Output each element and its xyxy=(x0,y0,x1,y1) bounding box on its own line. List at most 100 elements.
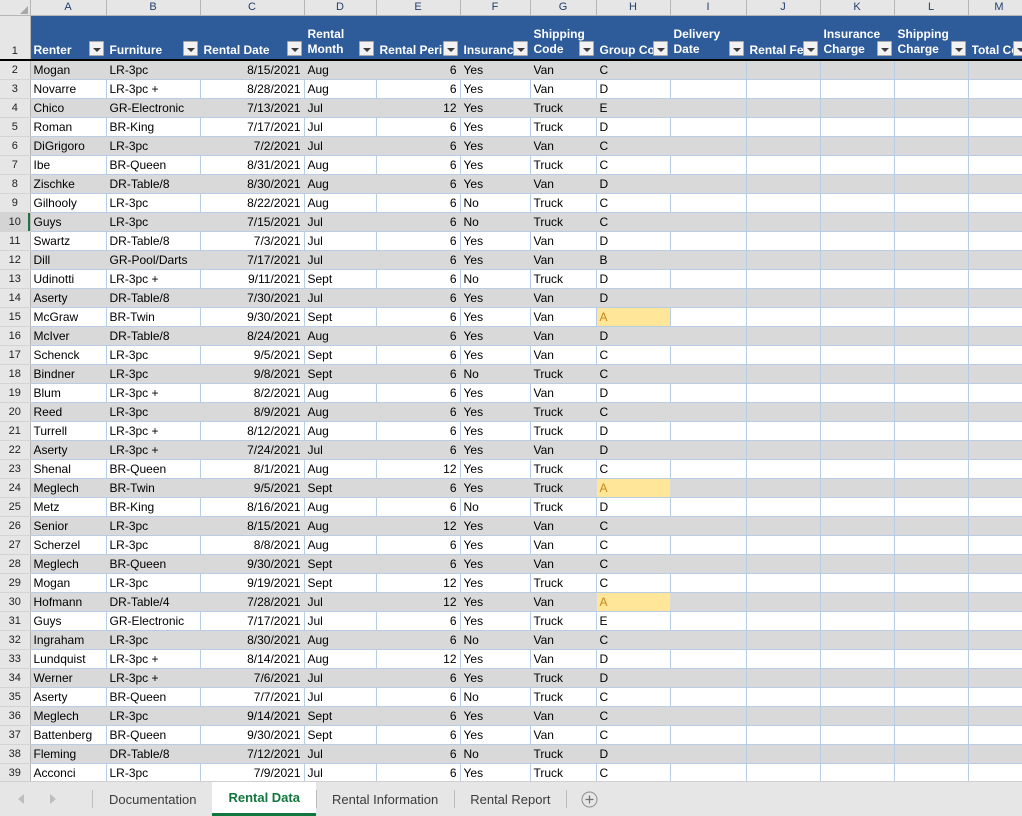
total-cost-cell[interactable] xyxy=(968,326,1022,346)
furniture-cell[interactable]: BR-King xyxy=(106,117,201,137)
group-code-cell[interactable]: E xyxy=(596,611,671,631)
total-cost-cell[interactable] xyxy=(968,269,1022,289)
row-number-14[interactable]: 14 xyxy=(0,288,31,308)
furniture-cell[interactable]: LR-3pc xyxy=(106,60,201,80)
rental-period-cell[interactable]: 6 xyxy=(376,744,461,764)
column-header-L[interactable]: L xyxy=(894,0,969,16)
shipping-code-cell[interactable]: Van xyxy=(530,79,597,99)
total-cost-cell[interactable] xyxy=(968,212,1022,232)
shipping-code-cell[interactable]: Van xyxy=(530,630,597,650)
table-row[interactable]: 10 Guys LR-3pc 7/15/2021 Jul 6 No Truck C xyxy=(0,212,1022,232)
rental-fee-cell[interactable] xyxy=(746,250,821,270)
table-row[interactable]: 26 Senior LR-3pc 8/15/2021 Aug 12 Yes Van C xyxy=(0,516,1022,536)
rental-fee-cell[interactable] xyxy=(746,554,821,574)
filter-dropdown-furniture[interactable] xyxy=(182,41,198,56)
shipping-code-cell[interactable]: Van xyxy=(530,60,597,80)
delivery-date-cell[interactable] xyxy=(670,592,747,612)
row-number-26[interactable]: 26 xyxy=(0,516,31,536)
shipping-code-cell[interactable]: Van xyxy=(530,307,597,327)
shipping-charge-cell[interactable] xyxy=(894,364,969,384)
insurance-charge-cell[interactable] xyxy=(820,497,895,517)
filter-dropdown-rental-fee[interactable] xyxy=(802,41,818,56)
row-number-31[interactable]: 31 xyxy=(0,611,31,631)
shipping-charge-cell[interactable] xyxy=(894,212,969,232)
insurance-cell[interactable]: No xyxy=(460,630,531,650)
table-row[interactable]: 14 Aserty DR-Table/8 7/30/2021 Jul 6 Yes Van D xyxy=(0,288,1022,308)
rental-fee-cell[interactable] xyxy=(746,611,821,631)
rental-date-cell[interactable]: 7/2/2021 xyxy=(200,136,305,156)
rental-period-cell[interactable]: 6 xyxy=(376,763,461,781)
total-cost-cell[interactable] xyxy=(968,136,1022,156)
rental-date-cell[interactable]: 8/22/2021 xyxy=(200,193,305,213)
insurance-cell[interactable]: Yes xyxy=(460,60,531,80)
group-code-cell[interactable]: C xyxy=(596,345,671,365)
rental-fee-cell[interactable] xyxy=(746,117,821,137)
rental-period-cell[interactable]: 6 xyxy=(376,117,461,137)
shipping-code-cell[interactable]: Truck xyxy=(530,459,597,479)
table-row[interactable]: 12 Dill GR-Pool/Darts 7/17/2021 Jul 6 Yes Van B xyxy=(0,250,1022,270)
renter-cell[interactable]: Meglech xyxy=(30,478,107,498)
renter-cell[interactable]: Shenal xyxy=(30,459,107,479)
shipping-charge-cell[interactable] xyxy=(894,60,969,80)
delivery-date-cell[interactable] xyxy=(670,649,747,669)
rental-month-cell[interactable]: Jul xyxy=(304,440,377,460)
rental-fee-cell[interactable] xyxy=(746,345,821,365)
shipping-charge-cell[interactable] xyxy=(894,98,969,118)
rental-date-cell[interactable]: 7/17/2021 xyxy=(200,117,305,137)
delivery-date-cell[interactable] xyxy=(670,573,747,593)
rental-month-cell[interactable]: Aug xyxy=(304,383,377,403)
row-number-28[interactable]: 28 xyxy=(0,554,31,574)
group-code-cell[interactable]: B xyxy=(596,250,671,270)
triangle-right-icon[interactable] xyxy=(50,794,56,804)
furniture-cell[interactable]: BR-King xyxy=(106,497,201,517)
shipping-charge-cell[interactable] xyxy=(894,668,969,688)
rental-date-cell[interactable]: 8/15/2021 xyxy=(200,60,305,80)
insurance-cell[interactable]: Yes xyxy=(460,706,531,726)
delivery-date-cell[interactable] xyxy=(670,326,747,346)
insurance-charge-cell[interactable] xyxy=(820,307,895,327)
table-row[interactable]: 23 Shenal BR-Queen 8/1/2021 Aug 12 Yes Truck C xyxy=(0,459,1022,479)
row-number-15[interactable]: 15 xyxy=(0,307,31,327)
furniture-cell[interactable]: LR-3pc + xyxy=(106,79,201,99)
shipping-code-cell[interactable]: Van xyxy=(530,516,597,536)
row-number-8[interactable]: 8 xyxy=(0,174,31,194)
delivery-date-cell[interactable] xyxy=(670,611,747,631)
rental-date-cell[interactable]: 9/30/2021 xyxy=(200,307,305,327)
rental-date-cell[interactable]: 7/17/2021 xyxy=(200,611,305,631)
delivery-date-cell[interactable] xyxy=(670,345,747,365)
rental-period-cell[interactable]: 6 xyxy=(376,440,461,460)
insurance-cell[interactable]: Yes xyxy=(460,345,531,365)
renter-cell[interactable]: Udinotti xyxy=(30,269,107,289)
renter-cell[interactable]: Meglech xyxy=(30,706,107,726)
shipping-charge-cell[interactable] xyxy=(894,630,969,650)
row-number-1[interactable]: 1 xyxy=(0,15,31,61)
rental-month-cell[interactable]: Sept xyxy=(304,573,377,593)
shipping-charge-cell[interactable] xyxy=(894,402,969,422)
rental-month-cell[interactable]: Aug xyxy=(304,649,377,669)
renter-cell[interactable]: Guys xyxy=(30,212,107,232)
shipping-code-cell[interactable]: Van xyxy=(530,288,597,308)
rental-month-cell[interactable]: Jul xyxy=(304,744,377,764)
group-code-cell[interactable]: C xyxy=(596,136,671,156)
rental-month-cell[interactable]: Aug xyxy=(304,60,377,80)
group-code-cell[interactable]: D xyxy=(596,421,671,441)
rental-period-cell[interactable]: 6 xyxy=(376,478,461,498)
total-cost-cell[interactable] xyxy=(968,345,1022,365)
rental-month-cell[interactable]: Aug xyxy=(304,193,377,213)
rental-period-cell[interactable]: 6 xyxy=(376,725,461,745)
insurance-cell[interactable]: No xyxy=(460,497,531,517)
shipping-code-cell[interactable]: Van xyxy=(530,706,597,726)
rental-date-cell[interactable]: 9/30/2021 xyxy=(200,725,305,745)
table-row[interactable]: 36 Meglech LR-3pc 9/14/2021 Sept 6 Yes Van C xyxy=(0,706,1022,726)
insurance-cell[interactable]: Yes xyxy=(460,98,531,118)
renter-cell[interactable]: Zischke xyxy=(30,174,107,194)
shipping-code-cell[interactable]: Van xyxy=(530,535,597,555)
filter-dropdown-shipping-code[interactable] xyxy=(578,41,594,56)
delivery-date-cell[interactable] xyxy=(670,421,747,441)
shipping-code-cell[interactable]: Van xyxy=(530,174,597,194)
rental-month-cell[interactable]: Sept xyxy=(304,364,377,384)
total-cost-cell[interactable] xyxy=(968,497,1022,517)
total-cost-cell[interactable] xyxy=(968,554,1022,574)
shipping-charge-cell[interactable] xyxy=(894,763,969,781)
total-cost-cell[interactable] xyxy=(968,649,1022,669)
